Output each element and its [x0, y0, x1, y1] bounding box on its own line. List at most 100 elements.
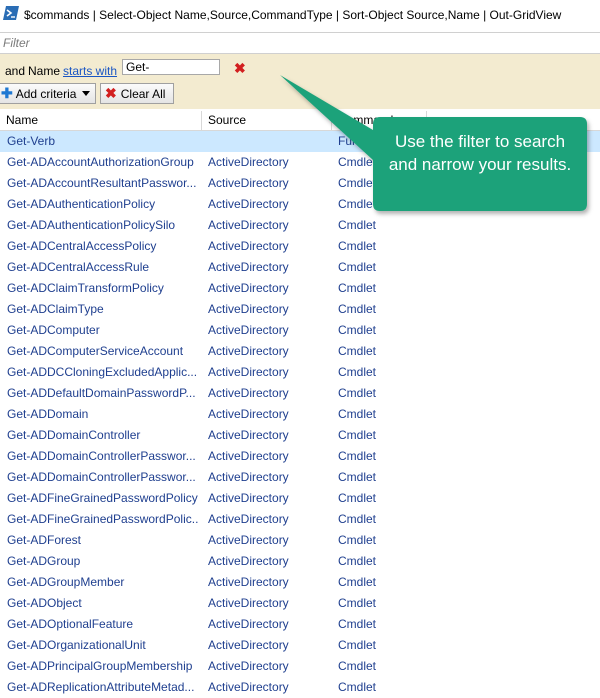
cell-commandtype: Cmdlet — [338, 470, 377, 484]
cell-commandtype: Cmdlet — [338, 260, 377, 274]
cell-commandtype: Cmdlet — [338, 239, 377, 253]
cell-commandtype: Cmdlet — [338, 302, 377, 316]
cell-name: Get-ADFineGrainedPasswordPolicy — [7, 491, 198, 505]
table-row[interactable]: Get-ADAuthenticationPolicySilo ActiveDire… — [0, 215, 600, 236]
cell-name: Get-Verb — [7, 134, 56, 148]
table-row[interactable]: Get-ADDomain ActiveDirectory Cmdlet — [0, 404, 600, 425]
cell-source: ActiveDirectory — [208, 344, 289, 358]
table-row[interactable]: Get-ADAuthenticationPolicy ActiveDirector… — [0, 194, 600, 215]
table-row[interactable]: Get-ADFineGrainedPasswordPolicy ActiveDir… — [0, 488, 600, 509]
title-bar: $commands | Select-Object Name,Source,Co… — [0, 0, 600, 32]
cell-name: Get-ADCentralAccessRule — [7, 260, 150, 274]
cell-source: ActiveDirectory — [208, 218, 289, 232]
cell-name: Get-ADDCCloningExcludedApplic... — [7, 365, 198, 379]
cell-name: Get-ADAccountResultantPasswor... — [7, 176, 197, 190]
cell-name: Get-ADGroup — [7, 554, 81, 568]
cell-name: Get-ADDefaultDomainPasswordP... — [7, 386, 196, 400]
add-criteria-label: Add criteria — [15, 86, 77, 101]
remove-criteria-icon[interactable]: ✖ — [234, 60, 246, 77]
cell-source: ActiveDirectory — [208, 533, 289, 547]
cell-commandtype: Cmdlet — [338, 680, 377, 694]
cell-commandtype: Cmdlet — [338, 281, 377, 295]
criteria-operator-link[interactable]: starts with — [63, 64, 117, 78]
table-row[interactable]: Get-ADReplicationAttributeMetad... Active… — [0, 677, 600, 698]
cell-name: Get-ADAuthenticationPolicySilo — [7, 218, 176, 232]
cell-name: Get-ADDomainControllerPasswor... — [7, 470, 196, 484]
table-row[interactable]: Get-ADOrganizationalUnit ActiveDirectory C… — [0, 635, 600, 656]
table-row[interactable]: Get-ADDefaultDomainPasswordP... ActiveDir… — [0, 383, 600, 404]
cell-source: ActiveDirectory — [208, 638, 289, 652]
table-row[interactable]: Get-ADClaimTransformPolicy ActiveDirector… — [0, 278, 600, 299]
cell-source: ActiveDirectory — [208, 155, 289, 169]
cell-source: ActiveDirectory — [208, 512, 289, 526]
cell-name: Get-ADDomainControllerPasswor... — [7, 449, 196, 463]
cell-source: ActiveDirectory — [208, 407, 289, 421]
cell-commandtype: Cmdlet — [338, 407, 377, 421]
cell-commandtype: Cmdlet — [338, 386, 377, 400]
table-row[interactable]: Get-ADClaimType ActiveDirectory Cmdlet — [0, 299, 600, 320]
cell-name: Get-ADAuthenticationPolicy — [7, 197, 156, 211]
cell-source: ActiveDirectory — [208, 323, 289, 337]
table-row[interactable]: Get-ADDomainControllerPasswor... ActiveDi… — [0, 446, 600, 467]
table-row[interactable]: Get-ADCentralAccessPolicy ActiveDirectory… — [0, 236, 600, 257]
table-row[interactable]: Get-ADCentralAccessRule ActiveDirectory Cm… — [0, 257, 600, 278]
criteria-value-input[interactable] — [122, 59, 220, 75]
cell-source: ActiveDirectory — [208, 302, 289, 316]
add-criteria-button[interactable]: ✚ Add criteria — [0, 83, 96, 104]
column-header-source[interactable]: Source — [202, 111, 332, 130]
table-row[interactable]: Get-ADGroupMember ActiveDirectory Cmdlet — [0, 572, 600, 593]
clear-icon: ✖ — [105, 85, 117, 101]
filter-placeholder: Filter — [3, 36, 30, 50]
table-row[interactable]: Get-ADObject ActiveDirectory Cmdlet — [0, 593, 600, 614]
table-row[interactable]: Get-ADDomainControllerPasswor... ActiveDi… — [0, 467, 600, 488]
criteria-panel: and Name starts with ✖ ✚ Add criteria ✖ … — [0, 54, 600, 109]
cell-name: Get-ADGroupMember — [7, 575, 125, 589]
cell-source: ActiveDirectory — [208, 575, 289, 589]
clear-all-label: Clear All — [120, 86, 166, 101]
cell-source: ActiveDirectory — [208, 176, 289, 190]
criteria-field: Name — [28, 64, 61, 78]
cell-source: ActiveDirectory — [208, 260, 289, 274]
table-row[interactable]: Get-ADAccountResultantPasswor... ActiveDi… — [0, 173, 600, 194]
window-title: $commands | Select-Object Name,Source,Co… — [24, 8, 562, 22]
column-header-commandtype[interactable]: Command — [332, 111, 427, 130]
cell-commandtype: Cmdlet — [338, 617, 377, 631]
table-row[interactable]: Get-ADDomainController ActiveDirectory Cmd… — [0, 425, 600, 446]
cell-name: Get-ADClaimTransformPolicy — [7, 281, 164, 295]
cell-source: ActiveDirectory — [208, 239, 289, 253]
cell-source: ActiveDirectory — [208, 659, 289, 673]
table-row[interactable]: Get-ADOptionalFeature ActiveDirectory Cmdl… — [0, 614, 600, 635]
cell-commandtype: Cmdlet — [338, 491, 377, 505]
cell-commandtype: Cmdlet — [338, 176, 377, 190]
table-row[interactable]: Get-ADDCCloningExcludedApplic... ActiveDi… — [0, 362, 600, 383]
cell-source: ActiveDirectory — [208, 680, 289, 694]
cell-commandtype: Cmdlet — [338, 638, 377, 652]
table-row[interactable]: Get-ADPrincipalGroupMembership ActiveDire… — [0, 656, 600, 677]
cell-source: ActiveDirectory — [208, 470, 289, 484]
cell-commandtype: Cmdlet — [338, 512, 377, 526]
filter-input[interactable]: Filter — [0, 32, 600, 54]
cell-commandtype: Cmdlet — [338, 428, 377, 442]
cell-source: ActiveDirectory — [208, 386, 289, 400]
table-row[interactable]: Get-ADComputerServiceAccount ActiveDirect… — [0, 341, 600, 362]
cell-name: Get-ADOptionalFeature — [7, 617, 134, 631]
clear-all-button[interactable]: ✖ Clear All — [100, 83, 174, 104]
table-row[interactable]: Get-ADForest ActiveDirectory Cmdlet — [0, 530, 600, 551]
table-row[interactable]: Get-ADFineGrainedPasswordPolic... ActiveD… — [0, 509, 600, 530]
plus-icon: ✚ — [1, 85, 13, 101]
cell-name: Get-ADComputer — [7, 323, 100, 337]
cell-source: ActiveDirectory — [208, 428, 289, 442]
cell-name: Get-ADReplicationAttributeMetad... — [7, 680, 195, 694]
chevron-down-icon — [82, 91, 91, 96]
table-row[interactable]: Get-ADComputer ActiveDirectory Cmdlet — [0, 320, 600, 341]
cell-source: ActiveDirectory — [208, 617, 289, 631]
cell-name: Get-ADPrincipalGroupMembership — [7, 659, 193, 673]
cell-name: Get-ADComputerServiceAccount — [7, 344, 184, 358]
cell-name: Get-ADAccountAuthorizationGroup — [7, 155, 194, 169]
cell-commandtype: Cmdlet — [338, 449, 377, 463]
cell-commandtype: Cmdlet — [338, 596, 377, 610]
cell-commandtype: Cmdlet — [338, 659, 377, 673]
cell-commandtype: Cmdlet — [338, 554, 377, 568]
column-header-name[interactable]: Name — [0, 111, 202, 130]
table-row[interactable]: Get-ADGroup ActiveDirectory Cmdlet — [0, 551, 600, 572]
